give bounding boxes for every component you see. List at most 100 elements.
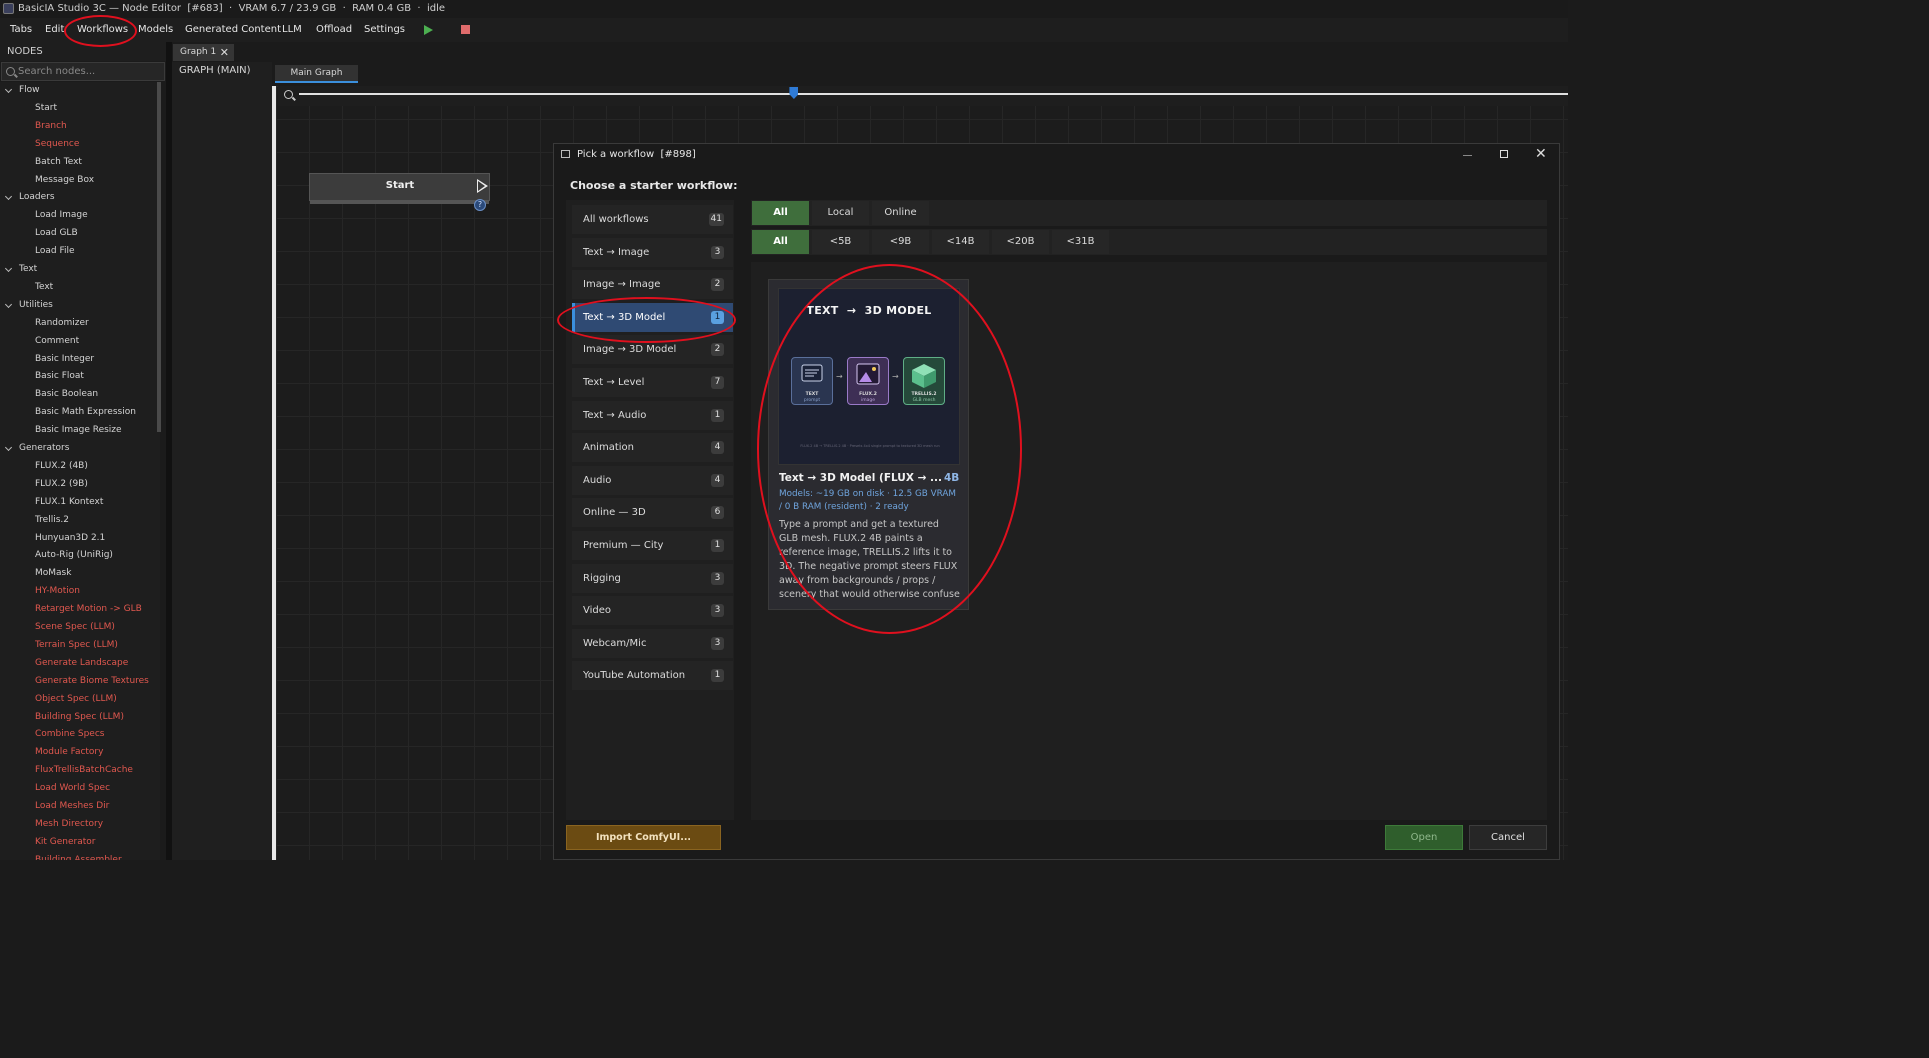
source-filter-button[interactable]: Online bbox=[872, 201, 929, 225]
chevron-down-icon[interactable] bbox=[4, 443, 13, 452]
size-filter-button[interactable]: <14B bbox=[932, 230, 989, 254]
menu-settings[interactable]: Settings bbox=[364, 18, 405, 42]
tree-node-item[interactable]: Scene Spec (LLM) bbox=[0, 619, 160, 636]
workflow-category-item[interactable]: Text → Image 3 bbox=[572, 237, 733, 267]
stop-icon[interactable] bbox=[461, 25, 470, 34]
workflow-category-item[interactable]: Text → 3D Model 1 bbox=[572, 302, 733, 332]
tree-node-item[interactable]: Basic Integer bbox=[0, 351, 160, 368]
tree-item-label: Basic Math Expression bbox=[35, 407, 136, 418]
menu-models[interactable]: Models bbox=[138, 18, 173, 42]
tree-category[interactable]: Utilities bbox=[0, 297, 160, 314]
play-icon[interactable] bbox=[424, 25, 433, 35]
size-filter-button[interactable]: <31B bbox=[1052, 230, 1109, 254]
close-icon[interactable]: ✕ bbox=[220, 44, 229, 61]
tree-node-item[interactable]: Load GLB bbox=[0, 225, 160, 242]
workflow-category-item[interactable]: Webcam/Mic 3 bbox=[572, 628, 733, 658]
tree-node-item[interactable]: Randomizer bbox=[0, 315, 160, 332]
workflow-category-item[interactable]: Online — 3D 6 bbox=[572, 498, 733, 528]
tree-category[interactable]: Loaders bbox=[0, 189, 160, 206]
tree-node-item[interactable]: Comment bbox=[0, 333, 160, 350]
tree-node-item[interactable]: Basic Image Resize bbox=[0, 422, 160, 439]
minimize-icon[interactable] bbox=[1463, 155, 1472, 156]
tree-node-item[interactable]: Load File bbox=[0, 243, 160, 260]
tree-category[interactable]: Text bbox=[0, 261, 160, 278]
size-filter-button[interactable]: <5B bbox=[812, 230, 869, 254]
close-icon[interactable]: ✕ bbox=[1535, 146, 1547, 162]
workflow-category-item[interactable]: Audio 4 bbox=[572, 465, 733, 495]
tree-node-item[interactable]: FLUX.1 Kontext bbox=[0, 494, 160, 511]
tab-graph-1[interactable]: Graph 1 ✕ bbox=[173, 44, 234, 61]
tab-main-graph[interactable]: Main Graph bbox=[275, 65, 358, 83]
tree-node-item[interactable]: Load Image bbox=[0, 207, 160, 224]
tree-category[interactable]: Generators bbox=[0, 440, 160, 457]
workflow-category-item[interactable]: Text → Level 7 bbox=[572, 368, 733, 397]
tree-node-item[interactable]: Basic Float bbox=[0, 368, 160, 385]
tree-node-item[interactable]: Load Meshes Dir bbox=[0, 798, 160, 815]
tree-node-item[interactable]: Retarget Motion -> GLB bbox=[0, 601, 160, 618]
cancel-button[interactable]: Cancel bbox=[1469, 825, 1547, 850]
import-comfyui-button[interactable]: Import ComfyUI... bbox=[566, 825, 721, 850]
size-filter-button[interactable]: All bbox=[752, 230, 809, 254]
tree-category[interactable]: Flow bbox=[0, 82, 160, 99]
maximize-icon[interactable] bbox=[1500, 150, 1508, 158]
tree-node-item[interactable]: MoMask bbox=[0, 565, 160, 582]
tree-node-item[interactable]: FLUX.2 (9B) bbox=[0, 476, 160, 493]
zoom-slider-track[interactable] bbox=[299, 93, 1568, 95]
menu-offload[interactable]: Offload bbox=[316, 18, 352, 42]
workflow-category-item[interactable]: Video 3 bbox=[572, 596, 733, 626]
tree-node-item[interactable]: Text bbox=[0, 279, 160, 296]
tree-node-item[interactable]: Building Spec (LLM) bbox=[0, 709, 160, 726]
source-filter-button[interactable]: Local bbox=[812, 201, 869, 225]
tree-node-item[interactable]: Batch Text bbox=[0, 154, 160, 171]
node-tree-scrollbar[interactable] bbox=[157, 82, 161, 432]
tree-node-item[interactable]: Auto-Rig (UniRig) bbox=[0, 547, 160, 564]
tree-node-item[interactable]: Branch bbox=[0, 118, 160, 135]
tree-node-item[interactable]: Generate Landscape bbox=[0, 655, 160, 672]
tree-node-item[interactable]: FLUX.2 (4B) bbox=[0, 458, 160, 475]
workflow-category-item[interactable]: Image → 3D Model 2 bbox=[572, 335, 733, 365]
zoom-icon[interactable] bbox=[284, 90, 293, 99]
exec-output-pin-icon[interactable] bbox=[477, 179, 488, 193]
tree-node-item[interactable]: Combine Specs bbox=[0, 726, 160, 743]
tree-node-item[interactable]: Load World Spec bbox=[0, 780, 160, 797]
tree-node-item[interactable]: Sequence bbox=[0, 136, 160, 153]
tree-node-item[interactable]: Module Factory bbox=[0, 744, 160, 761]
menu-generated-content[interactable]: Generated Content bbox=[185, 18, 281, 42]
tree-node-item[interactable]: Generate Biome Textures bbox=[0, 673, 160, 690]
tree-node-item[interactable]: HY-Motion bbox=[0, 583, 160, 600]
tree-node-item[interactable]: Building Assembler bbox=[0, 852, 160, 860]
tree-node-item[interactable]: Message Box bbox=[0, 172, 160, 189]
menu-workflows[interactable]: Workflows bbox=[77, 18, 128, 42]
chevron-down-icon[interactable] bbox=[4, 264, 13, 273]
workflow-category-item[interactable]: Image → Image 2 bbox=[572, 270, 733, 300]
tree-node-item[interactable]: Hunyuan3D 2.1 bbox=[0, 530, 160, 547]
chevron-down-icon[interactable] bbox=[4, 85, 13, 94]
menu-tabs[interactable]: Tabs bbox=[10, 18, 32, 42]
tree-node-item[interactable]: Basic Math Expression bbox=[0, 404, 160, 421]
tree-node-item[interactable]: FluxTrellisBatchCache bbox=[0, 762, 160, 779]
tree-node-item[interactable]: Object Spec (LLM) bbox=[0, 691, 160, 708]
tree-node-item[interactable]: Kit Generator bbox=[0, 834, 160, 851]
help-icon[interactable]: ? bbox=[474, 199, 486, 211]
tree-node-item[interactable]: Mesh Directory bbox=[0, 816, 160, 833]
menu-llm[interactable]: LLM bbox=[282, 18, 302, 42]
tree-node-item[interactable]: Basic Boolean bbox=[0, 386, 160, 403]
size-filter-button[interactable]: <9B bbox=[872, 230, 929, 254]
workflow-category-item[interactable]: YouTube Automation 1 bbox=[572, 661, 733, 691]
size-filter-button[interactable]: <20B bbox=[992, 230, 1049, 254]
chevron-down-icon[interactable] bbox=[4, 300, 13, 308]
source-filter-button[interactable]: All bbox=[752, 201, 809, 225]
tree-node-item[interactable]: Trellis.2 bbox=[0, 512, 160, 529]
open-button[interactable]: Open bbox=[1385, 825, 1463, 850]
workflow-category-item[interactable]: All workflows 41 bbox=[572, 205, 733, 234]
workflow-category-item[interactable]: Text → Audio 1 bbox=[572, 400, 733, 430]
workflow-category-item[interactable]: Rigging 3 bbox=[572, 563, 733, 593]
menu-edit[interactable]: Edit bbox=[45, 18, 64, 42]
tree-node-item[interactable]: Terrain Spec (LLM) bbox=[0, 637, 160, 654]
tree-node-item[interactable]: Start bbox=[0, 100, 160, 117]
search-input[interactable] bbox=[18, 64, 158, 79]
workflow-category-item[interactable]: Animation 4 bbox=[572, 433, 733, 463]
workflow-category-item[interactable]: Premium — City 1 bbox=[572, 531, 733, 560]
chevron-down-icon[interactable] bbox=[4, 193, 13, 201]
start-node[interactable]: Start bbox=[309, 173, 490, 204]
